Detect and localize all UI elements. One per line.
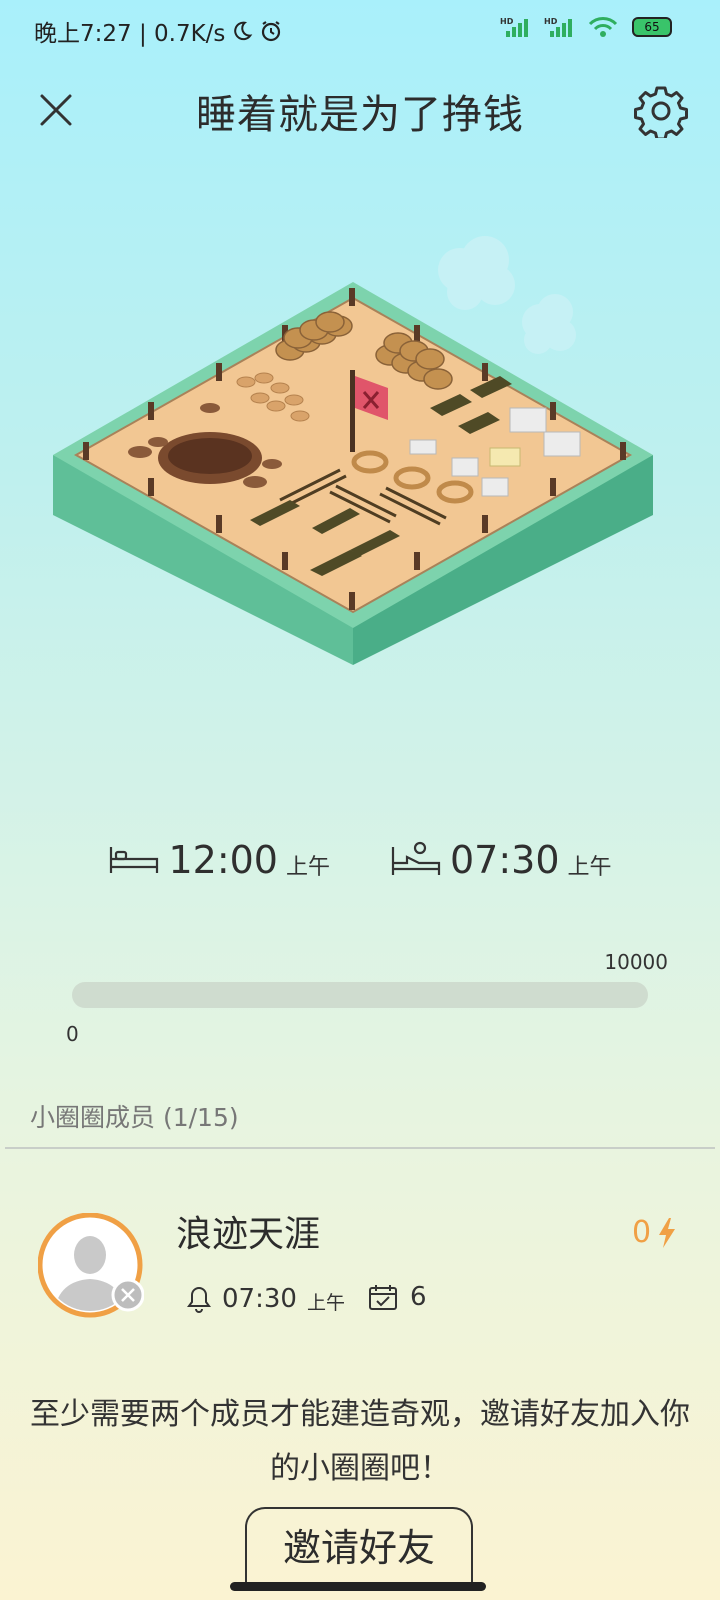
member-alarm: 07:30 上午 xyxy=(186,1282,345,1315)
invite-friends-label: 邀请好友 xyxy=(282,1526,435,1570)
sleep-schedule: 12:00 上午 07:30 上午 xyxy=(0,838,720,882)
member-alarm-ampm: 上午 xyxy=(306,1292,345,1314)
bedtime-ampm: 上午 xyxy=(285,855,330,880)
progress-max-label: 10000 xyxy=(604,950,668,974)
alarm-clock-icon xyxy=(262,21,281,42)
avatar[interactable] xyxy=(38,1213,144,1319)
wake-time-ampm: 上午 xyxy=(567,855,612,880)
page-title: 睡着就是为了挣钱 xyxy=(196,92,524,138)
members-label: 小圈圈成员 xyxy=(30,1103,156,1132)
gear-icon[interactable] xyxy=(634,84,688,138)
signal-hd-icon: HD xyxy=(500,17,528,37)
calendar-check-icon xyxy=(369,1285,397,1310)
invite-friends-button[interactable]: 邀请好友 xyxy=(245,1507,473,1587)
construction-site-illustration xyxy=(53,236,653,665)
bed-icon xyxy=(110,847,159,873)
status-bar-right: HD HD 65 xyxy=(500,16,672,38)
wake-time-value: 07:30 xyxy=(450,838,560,882)
status-bar-left: 晚上7:27 | 0.7K/s xyxy=(34,14,283,48)
status-time: 晚上7:27 | 0.7K/s xyxy=(34,21,226,47)
progress-min-label: 0 xyxy=(66,1022,79,1046)
members-section-title: 小圈圈成员 (1/15) xyxy=(30,1098,239,1134)
bedtime-value: 12:00 xyxy=(168,838,278,882)
member-name: 浪迹天涯 xyxy=(176,1214,321,1255)
wake-up-icon xyxy=(391,841,441,875)
energy-count: 0 xyxy=(632,1215,677,1250)
wifi-icon xyxy=(588,17,618,37)
invite-hint-text: 至少需要两个成员才能建造奇观，邀请好友加入你的小圈圈吧！ xyxy=(30,1397,690,1486)
close-icon[interactable] xyxy=(36,90,76,130)
battery-level: 65 xyxy=(644,20,660,34)
member-days-value: 6 xyxy=(410,1282,427,1312)
energy-value: 0 xyxy=(632,1215,652,1250)
battery-icon: 65 xyxy=(632,17,672,37)
moon-icon xyxy=(234,21,253,41)
bell-icon xyxy=(187,1286,211,1313)
lightning-icon xyxy=(659,1217,676,1248)
bedtime-group[interactable]: 12:00 上午 xyxy=(108,838,330,882)
wake-group[interactable]: 07:30 上午 xyxy=(390,838,612,882)
members-count: (1/15) xyxy=(162,1103,239,1132)
member-days: 6 xyxy=(368,1282,427,1312)
divider xyxy=(5,1147,715,1149)
svg-text:HD: HD xyxy=(544,17,558,26)
cloud-icon xyxy=(438,236,576,354)
member-alarm-time: 07:30 xyxy=(222,1283,297,1314)
home-indicator[interactable] xyxy=(230,1582,486,1591)
svg-text:HD: HD xyxy=(500,17,514,26)
progress-bar xyxy=(72,982,648,1008)
signal-hd-icon-2: HD xyxy=(544,17,572,37)
